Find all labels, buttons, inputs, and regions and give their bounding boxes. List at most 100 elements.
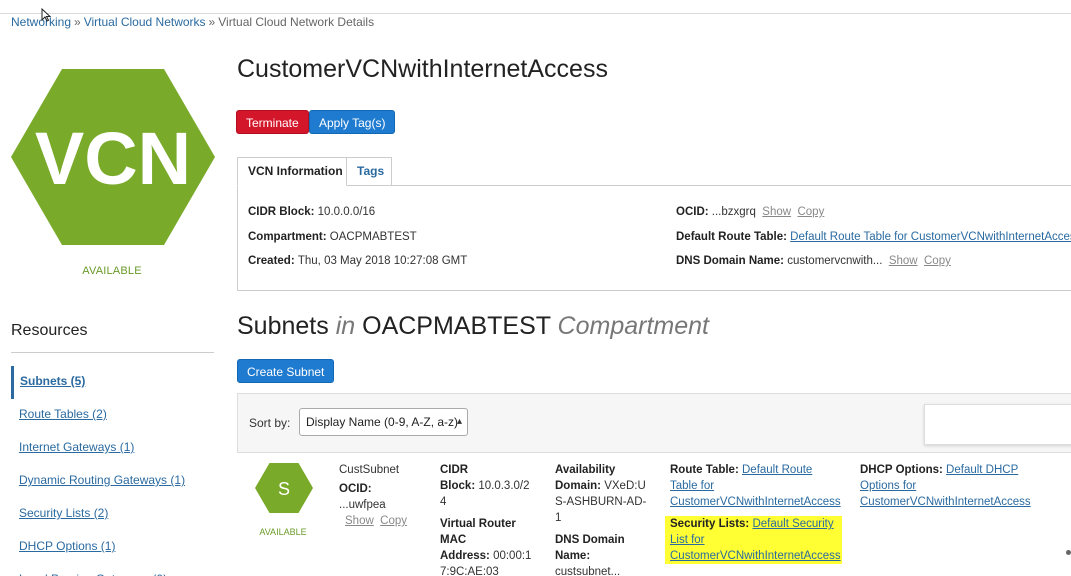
terminate-button[interactable]: Terminate (236, 110, 309, 134)
resource-item-security-lists[interactable]: Security Lists (2) (11, 498, 214, 531)
cidr-value: 10.0.0.0/16 (317, 206, 376, 218)
subnet-cidr-label-2: Block: (440, 480, 476, 492)
breadcrumb-current: Virtual Cloud Network Details (218, 15, 375, 29)
breadcrumb-separator: » (74, 15, 81, 29)
mouse-cursor-icon (41, 8, 51, 22)
vcn-status: AVAILABLE (82, 265, 142, 277)
dns-show-link[interactable]: Show (889, 255, 918, 267)
cidr-label: CIDR Block: (248, 206, 315, 218)
row-actions-icon[interactable] (1066, 550, 1071, 555)
subnet-vr-label-2: MAC (440, 534, 467, 546)
resources-title: Resources (11, 322, 88, 339)
resource-item-subnets[interactable]: Subnets (5) (11, 366, 214, 399)
subnet-ad-value-2: S-ASHBURN-AD- (555, 496, 647, 508)
created-label: Created: (248, 255, 295, 267)
subnet-cidr-col: CIDR Block: 10.0.3.0/2 4 Virtual Router … (440, 462, 532, 576)
resources-nav: Subnets (5) Route Tables (2) Internet Ga… (11, 366, 214, 576)
compartment-value: OACPMABTEST (329, 231, 417, 243)
tab-tags[interactable]: Tags (347, 157, 392, 186)
subnet-dhcp-label: DHCP Options: (860, 464, 943, 476)
subnet-show-link[interactable]: Show (345, 515, 374, 527)
subnet-ocid-value: ...uwfpea (339, 499, 386, 511)
sort-label: Sort by: (249, 416, 291, 430)
resource-item-internet-gateways[interactable]: Internet Gateways (1) (11, 432, 214, 465)
subnet-icon-letter: S (278, 479, 290, 499)
tab-vcn-information[interactable]: VCN Information (237, 157, 347, 186)
subnet-name-col: CustSubnet OCID: ...uwfpea Show Copy (339, 462, 407, 529)
subnet-security-label: Security Lists: (670, 518, 750, 530)
dns-label: DNS Domain Name: (676, 255, 784, 267)
breadcrumb-separator: » (208, 15, 216, 29)
dns-row: DNS Domain Name: customervcnwith... Show… (676, 255, 951, 267)
top-divider (0, 13, 1071, 14)
filter-card (924, 404, 1071, 445)
vcn-hexagon-icon: VCN (11, 69, 215, 245)
subnets-compartment: OACPMABTEST (362, 312, 551, 340)
sort-caret-icon: ▴ (456, 416, 462, 427)
sort-value: Display Name (0-9, A-Z, a-z) (306, 415, 459, 429)
route-table-row: Default Route Table: Default Route Table… (676, 231, 1071, 243)
route-table-label: Default Route Table: (676, 231, 787, 243)
subnet-security-link-2[interactable]: List for (670, 532, 850, 548)
subnet-ad-label-2: Domain: (555, 480, 601, 492)
subnet-route-col: Route Table: Default Route Table for Cus… (670, 462, 850, 564)
vcn-icon-text: VCN (35, 117, 191, 200)
dns-copy-link[interactable]: Copy (924, 255, 951, 267)
subnet-security-link-3[interactable]: CustomerVCNwithInternetAccess (670, 548, 850, 564)
subnet-copy-link[interactable]: Copy (380, 515, 407, 527)
subnet-route-label: Route Table: (670, 464, 739, 476)
sort-select[interactable]: Display Name (0-9, A-Z, a-z) ▴ (299, 408, 468, 436)
created-row: Created: Thu, 03 May 2018 10:27:08 GMT (248, 255, 467, 267)
subnet-cidr-value-2: 4 (440, 496, 447, 508)
subnet-dhcp-link-2[interactable]: Options for (860, 478, 1045, 494)
resource-item-dhcp-options[interactable]: DHCP Options (1) (11, 531, 214, 564)
subnet-dns-label-2: Name: (555, 550, 591, 562)
resource-item-route-tables[interactable]: Route Tables (2) (11, 399, 214, 432)
ocid-row: OCID: ...bzxgrq Show Copy (676, 206, 824, 218)
compartment-label: Compartment: (248, 231, 327, 243)
ocid-show-link[interactable]: Show (762, 206, 791, 218)
page: Networking» Virtual Cloud Networks» Virtua… (0, 0, 1071, 576)
subnet-ad-label: Availability (555, 464, 616, 476)
subnet-name[interactable]: CustSubnet (339, 462, 407, 478)
resource-item-local-peering[interactable]: Local Peering Gateways (0) (11, 564, 214, 576)
subnets-compartment-word: Compartment (557, 312, 709, 340)
subnet-ad-value-3: 1 (555, 512, 562, 524)
subnet-status: AVAILABLE (259, 527, 307, 537)
subnet-vr-value: 00:00:1 (493, 550, 532, 562)
page-title: CustomerVCNwithInternetAccess (237, 55, 608, 83)
create-subnet-button[interactable]: Create Subnet (237, 359, 335, 383)
resources-divider (11, 352, 214, 353)
subnet-ad-value: VXeD:U (604, 480, 646, 492)
route-table-link[interactable]: Default Route Table for CustomerVCNwithI… (790, 231, 1071, 243)
apply-tags-button[interactable]: Apply Tag(s) (309, 110, 396, 134)
cidr-row: CIDR Block: 10.0.0.0/16 (248, 206, 375, 218)
subnet-dhcp-link-3[interactable]: CustomerVCNwithInternetAccess (860, 494, 1045, 510)
compartment-row: Compartment: OACPMABTEST (248, 231, 417, 243)
subnet-security-link[interactable]: Default Security (752, 518, 833, 530)
subnet-ocid-label: OCID: (339, 483, 372, 495)
breadcrumb: Networking» Virtual Cloud Networks» Virtua… (11, 15, 374, 29)
subnet-dns-label: DNS Domain (555, 534, 625, 546)
created-value: Thu, 03 May 2018 10:27:08 GMT (297, 255, 468, 267)
subnet-route-link[interactable]: Default Route (742, 464, 812, 476)
subnet-hexagon-icon: S (255, 463, 313, 513)
resource-item-drgs[interactable]: Dynamic Routing Gateways (1) (11, 465, 214, 498)
ocid-label: OCID: (676, 206, 709, 218)
subnet-route-link-3[interactable]: CustomerVCNwithInternetAccess (670, 494, 850, 510)
subnets-in: in (335, 312, 356, 340)
subnet-ad-col: Availability Domain: VXeD:U S-ASHBURN-AD… (555, 462, 655, 576)
dns-value: customervcnwith... (787, 255, 883, 267)
subnets-title: Subnets (237, 312, 329, 340)
breadcrumb-vcns[interactable]: Virtual Cloud Networks (84, 15, 206, 29)
subnet-cidr-value: 10.0.3.0/2 (478, 480, 530, 492)
subnet-dhcp-link[interactable]: Default DHCP (946, 464, 1018, 476)
subnet-vr-label: Virtual Router (440, 518, 516, 530)
ocid-value: ...bzxgrq (711, 206, 756, 218)
subnet-vr-label-3: Address: (440, 550, 490, 562)
subnet-route-link-2[interactable]: Table for (670, 478, 850, 494)
subnet-dns-value: custsubnet... (555, 566, 621, 576)
subnet-cidr-label: CIDR (440, 464, 469, 476)
subnets-heading: Subnets in OACPMABTEST Compartment (237, 312, 709, 341)
ocid-copy-link[interactable]: Copy (797, 206, 824, 218)
